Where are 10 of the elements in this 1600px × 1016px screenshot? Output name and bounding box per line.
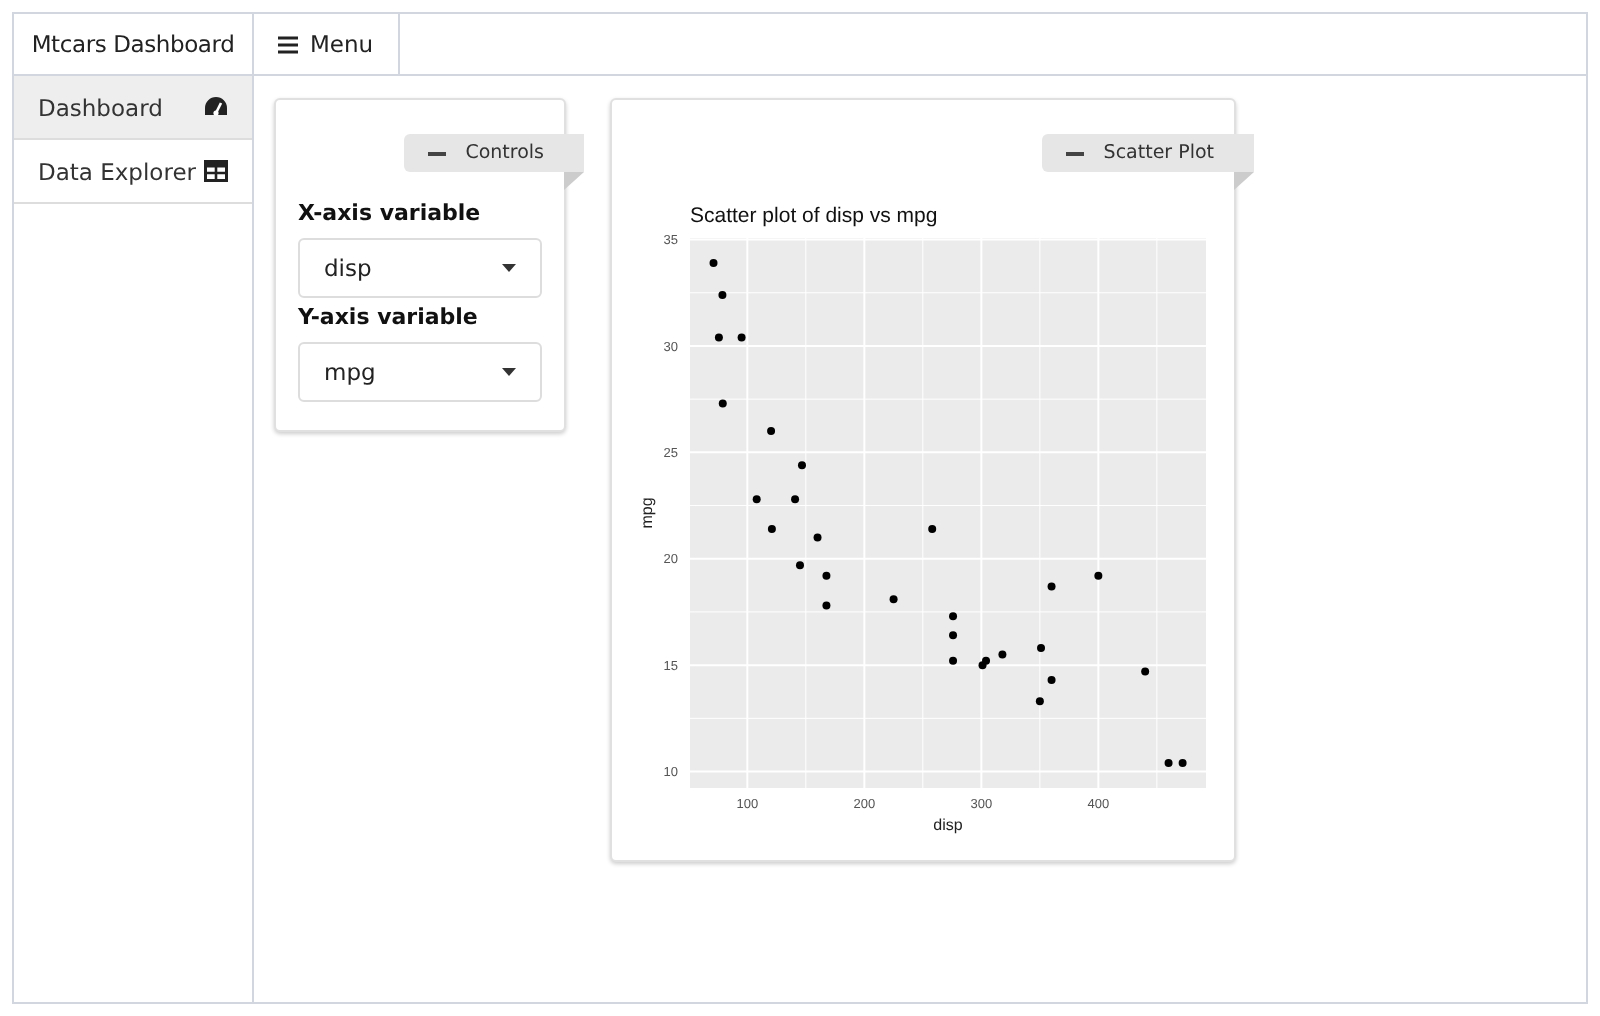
select-field[interactable]: mpg [298, 342, 542, 402]
axis-label: disp [933, 816, 963, 834]
chart-title: Scatter plot of disp vs mpg [690, 204, 938, 228]
axis-label: mpg [638, 497, 656, 529]
select-field[interactable]: disp [298, 238, 542, 298]
field-label: Y-axis variable [298, 304, 480, 330]
collapse-button[interactable]: Scatter Plot [1041, 134, 1254, 172]
collapse-button[interactable]: Controls [403, 134, 584, 172]
field-label: X-axis variable [298, 200, 483, 226]
sidebar-item[interactable]: Dashboard [14, 76, 252, 140]
